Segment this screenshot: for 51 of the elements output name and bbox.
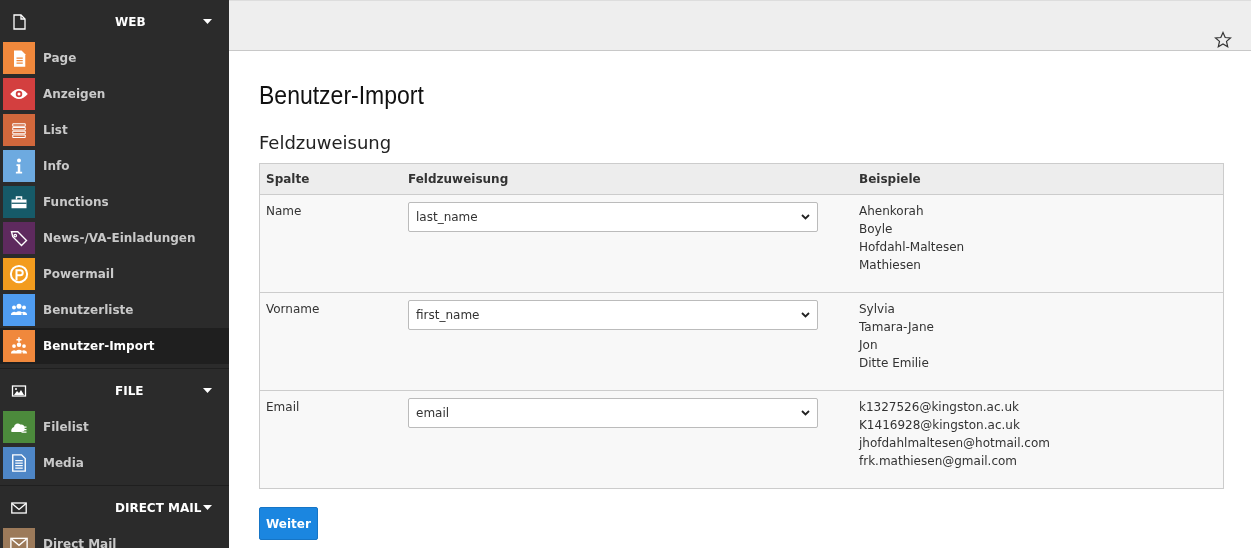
example-value: k1327526@kingston.ac.uk <box>859 399 1020 416</box>
column-name: Email <box>266 400 300 414</box>
image-icon <box>11 383 27 399</box>
module-menu-item[interactable]: Page <box>0 40 229 76</box>
module-group-header[interactable]: WEB <box>0 4 229 40</box>
module-menu-item[interactable]: Info <box>0 148 229 184</box>
chevron-down-icon <box>801 312 810 318</box>
example-value: Jon <box>859 337 879 354</box>
module-menu-item[interactable]: Direct Mail <box>0 526 229 548</box>
module-group-header[interactable]: FILE <box>0 373 229 409</box>
module-menu-item[interactable]: Benutzer-Import <box>0 328 229 364</box>
envelope-icon <box>11 500 27 516</box>
users-add-icon <box>9 336 29 356</box>
example-value: Ditte Emilie <box>859 355 930 372</box>
example-value: frk.mathiesen@gmail.com <box>859 453 1018 470</box>
p-circle-icon <box>9 264 29 284</box>
example-value: Hofdahl-Maltesen <box>859 239 966 256</box>
next-button[interactable]: Weiter <box>259 507 318 540</box>
example-value: Ahenkorah <box>859 203 925 220</box>
example-value: Sylvia <box>859 301 896 318</box>
example-value: Mathiesen <box>859 257 922 274</box>
example-value: Boyle <box>859 221 894 238</box>
module-menu-item[interactable]: News-/VA-Einladungen <box>0 220 229 256</box>
field-select[interactable]: last_name <box>408 202 818 232</box>
column-name: Vorname <box>266 302 320 316</box>
tag-icon <box>9 228 29 248</box>
example-value: Tamara-Jane <box>859 319 935 336</box>
field-select[interactable]: first_name <box>408 300 818 330</box>
field-select[interactable]: email <box>408 398 818 428</box>
column-header: Spalte <box>259 163 402 195</box>
column-header: Beispiele <box>853 163 1224 195</box>
column-header: Feldzuweisung <box>402 163 853 195</box>
chevron-down-icon <box>801 410 810 416</box>
section-heading: Feldzuweisung <box>259 132 392 153</box>
example-value: jhofdahlmaltesen@hotmail.com <box>859 435 1051 452</box>
star-icon[interactable] <box>1214 31 1232 49</box>
chevron-down-icon <box>801 214 810 220</box>
module-menu-item[interactable]: Media <box>0 445 229 481</box>
module-menu-item[interactable]: List <box>0 112 229 148</box>
module-group-header[interactable]: DIRECT MAIL <box>0 490 229 526</box>
example-value: K1416928@kingston.ac.uk <box>859 417 1021 434</box>
page-title: Benutzer-Import <box>259 81 425 110</box>
list-icon <box>9 120 29 140</box>
module-menu-item[interactable]: Functions <box>0 184 229 220</box>
module-menu-item[interactable]: Anzeigen <box>0 76 229 112</box>
module-menu-item[interactable]: Powermail <box>0 256 229 292</box>
module-menu-item[interactable]: Filelist <box>0 409 229 445</box>
column-name: Name <box>266 204 302 218</box>
module-menu-item[interactable]: Benutzerliste <box>0 292 229 328</box>
page-icon <box>11 14 27 30</box>
document-icon <box>9 453 29 473</box>
